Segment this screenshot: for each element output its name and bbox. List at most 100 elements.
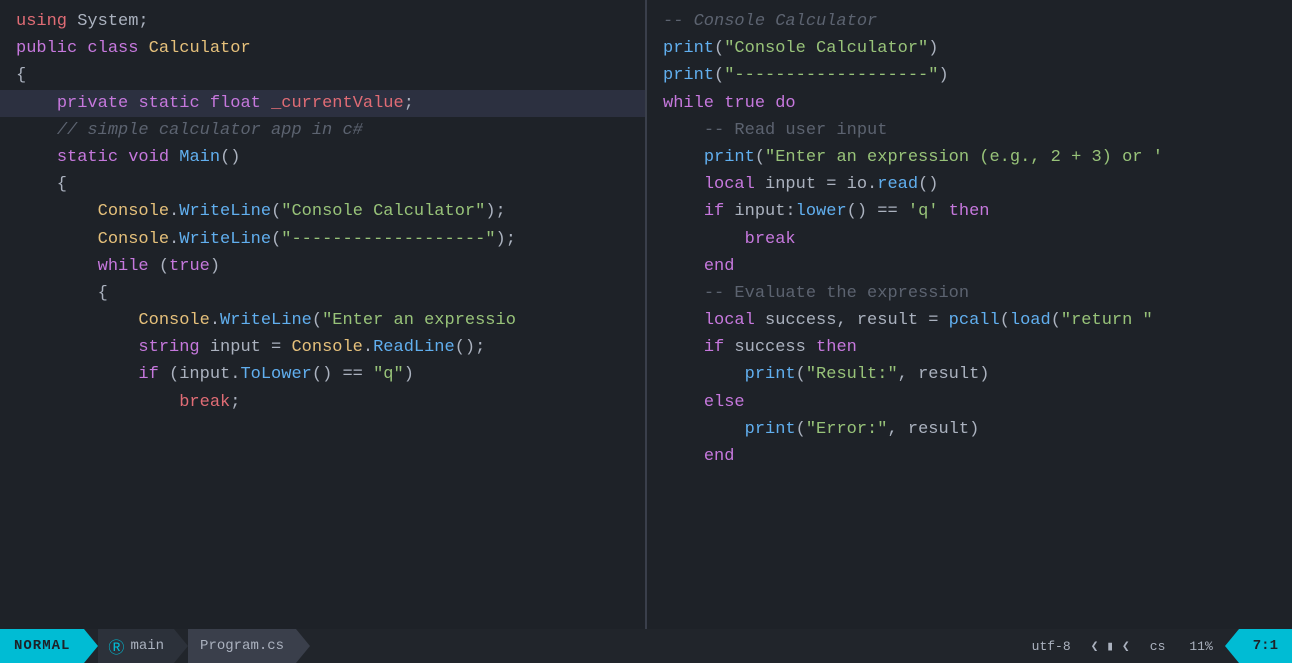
token: print	[704, 148, 755, 167]
token: (	[271, 202, 281, 221]
status-branch-section: Ⓡ main	[98, 629, 174, 663]
code-line: break;	[0, 389, 645, 416]
status-pos-arrow	[1225, 629, 1239, 663]
token: {	[16, 66, 26, 85]
token	[16, 202, 98, 221]
token	[16, 257, 98, 276]
token	[663, 148, 704, 167]
status-mode: NORMAL	[0, 629, 84, 663]
token	[663, 284, 704, 303]
token: while	[663, 94, 714, 113]
token: break	[179, 393, 230, 412]
token: (	[149, 257, 169, 276]
code-line: while true do	[647, 90, 1292, 117]
token: -- Evaluate the expression	[704, 284, 969, 303]
token: );	[485, 202, 505, 221]
token: string	[138, 338, 199, 357]
token: ()	[918, 175, 938, 194]
status-lang: cs	[1138, 639, 1178, 654]
token: -- Read user input	[704, 121, 888, 140]
token: read	[877, 175, 918, 194]
token: local	[704, 311, 755, 330]
token: );	[496, 230, 516, 249]
token: break	[745, 230, 796, 249]
token: _currentValue	[271, 94, 404, 113]
code-line: if (input.ToLower() == "q")	[0, 361, 645, 388]
token: WriteLine	[220, 311, 312, 330]
code-line: local success, result = pcall(load("retu…	[647, 307, 1292, 334]
code-line: -- Console Calculator	[647, 8, 1292, 35]
token: local	[704, 175, 755, 194]
token	[16, 365, 138, 384]
token: then	[949, 202, 990, 221]
token: .	[169, 202, 179, 221]
code-line: if success then	[647, 334, 1292, 361]
token	[663, 202, 704, 221]
token	[128, 94, 138, 113]
code-line: {	[0, 171, 645, 198]
token: .	[169, 230, 179, 249]
token: {	[16, 175, 67, 194]
token: end	[704, 257, 735, 276]
status-branch: main	[130, 638, 164, 654]
token: () ==	[312, 365, 373, 384]
code-line: static void Main()	[0, 144, 645, 171]
token: )	[404, 365, 414, 384]
token	[16, 148, 57, 167]
token: do	[775, 94, 795, 113]
token	[169, 148, 179, 167]
token	[663, 121, 704, 140]
token: Console	[98, 202, 169, 221]
code-line: Console.WriteLine("Enter an expressio	[0, 307, 645, 334]
code-line: Console.WriteLine("-------------------")…	[0, 226, 645, 253]
token: (	[312, 311, 322, 330]
token: while	[98, 257, 149, 276]
code-line: {	[0, 62, 645, 89]
token: "Console Calculator"	[281, 202, 485, 221]
status-encoding: utf-8	[1020, 639, 1083, 654]
token: WriteLine	[179, 230, 271, 249]
token: lower	[796, 202, 847, 221]
token: "Console Calculator"	[724, 39, 928, 58]
token: print	[745, 365, 796, 384]
token: () ==	[847, 202, 908, 221]
code-line: {	[0, 280, 645, 307]
token: void	[128, 148, 169, 167]
left-pane: using System;public class Calculator{ pr…	[0, 0, 647, 629]
token: success	[724, 338, 816, 357]
code-line: print("Enter an expression (e.g., 2 + 3)…	[647, 144, 1292, 171]
token	[663, 257, 704, 276]
token: .	[210, 311, 220, 330]
token	[77, 39, 87, 58]
token: )	[938, 66, 948, 85]
token: class	[87, 39, 138, 58]
token: ;	[404, 94, 414, 113]
token	[16, 311, 138, 330]
token: (	[714, 66, 724, 85]
status-branch-arrow	[174, 629, 188, 663]
token: 'q'	[908, 202, 939, 221]
token	[663, 420, 745, 439]
token: "Error:"	[806, 420, 888, 439]
token: ToLower	[240, 365, 311, 384]
token: (	[796, 365, 806, 384]
token	[663, 311, 704, 330]
code-line: while (true)	[0, 253, 645, 280]
token	[16, 94, 57, 113]
code-line: print("Console Calculator")	[647, 35, 1292, 62]
token: print	[663, 66, 714, 85]
token	[16, 121, 57, 140]
token: ();	[455, 338, 486, 357]
token: "q"	[373, 365, 404, 384]
token: ReadLine	[373, 338, 455, 357]
token: true	[724, 94, 765, 113]
token: print	[745, 420, 796, 439]
token: (	[714, 39, 724, 58]
token: (	[796, 420, 806, 439]
token: {	[16, 284, 108, 303]
token: if	[704, 202, 724, 221]
token: public	[16, 39, 77, 58]
token	[138, 39, 148, 58]
token: ;	[230, 393, 240, 412]
token: input =	[200, 338, 292, 357]
